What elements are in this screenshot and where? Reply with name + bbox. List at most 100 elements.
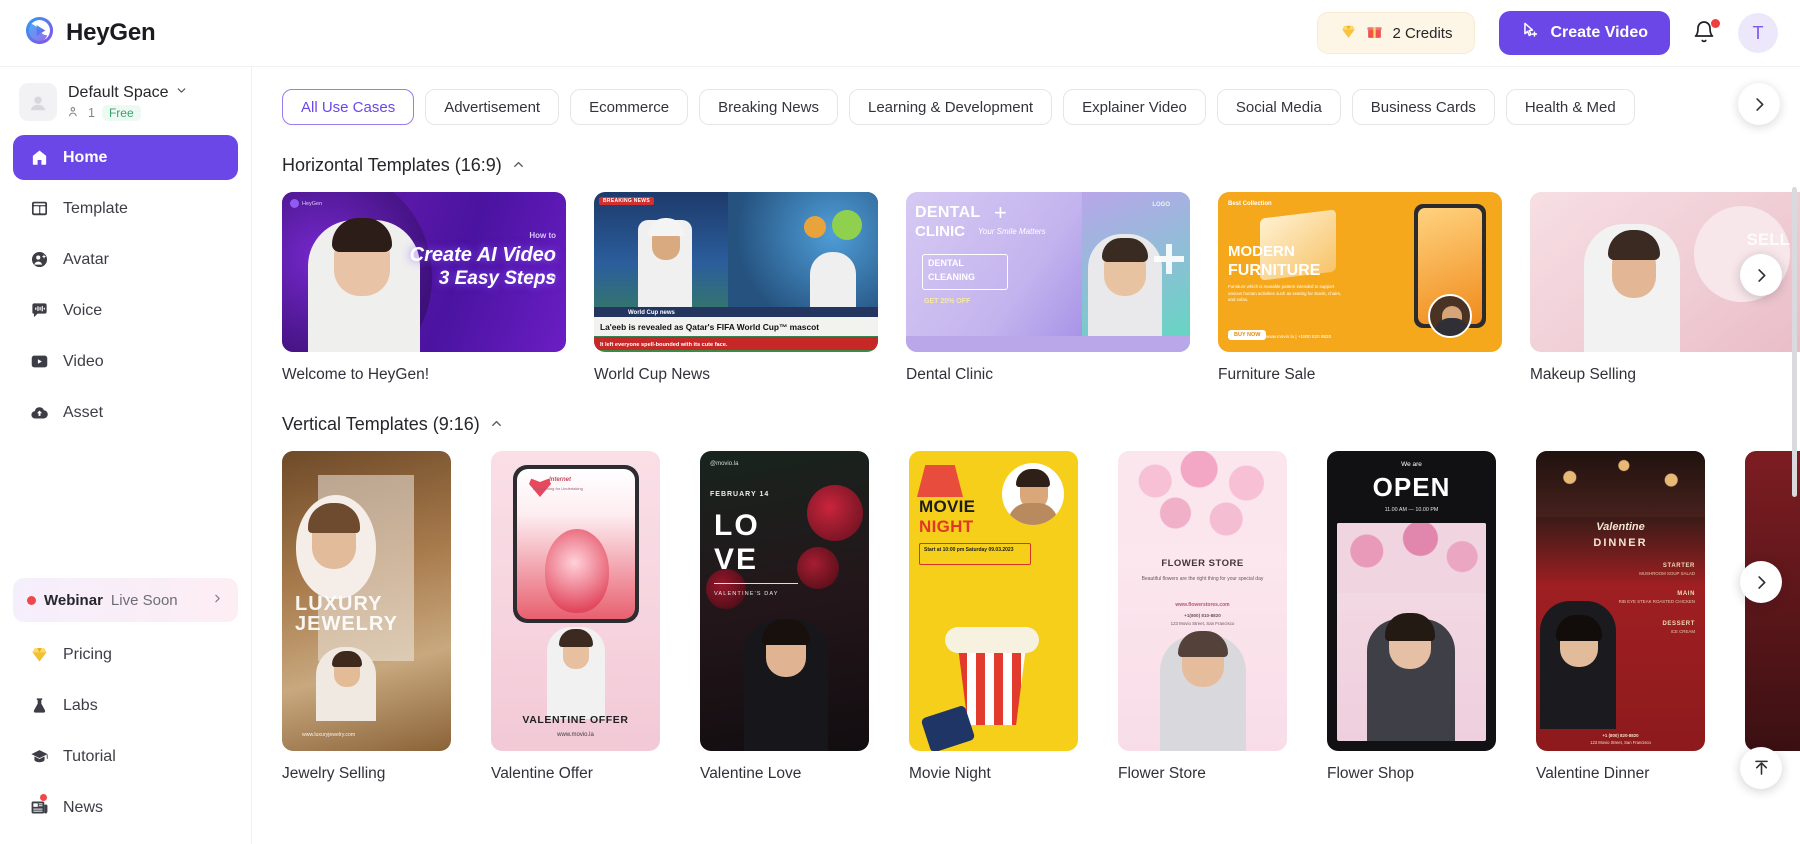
video-icon <box>29 352 49 372</box>
sidebar-item-pricing[interactable]: Pricing <box>13 632 238 677</box>
sidebar-item-label: Labs <box>63 696 98 714</box>
space-meta: 1 Free <box>68 104 188 121</box>
flask-icon <box>29 696 49 716</box>
template-card[interactable]: BREAKING NEWS World Cup news La'eeb is r… <box>594 192 878 384</box>
section-title: Horizontal Templates (16:9) <box>282 155 502 175</box>
webinar-banner[interactable]: Webinar Live Soon <box>13 578 238 622</box>
plan-badge: Free <box>101 104 141 121</box>
template-thumbnail: FLOWER STORE Beautiful flowers are the r… <box>1118 451 1287 751</box>
filter-chip-breaking-news[interactable]: Breaking News <box>699 89 838 125</box>
template-card[interactable]: FLOWER STORE Beautiful flowers are the r… <box>1118 451 1287 783</box>
sidebar-item-voice[interactable]: Voice <box>13 288 238 333</box>
template-card[interactable]: We are OPEN 11.00 AM — 10.00 PM Flower S… <box>1327 451 1496 783</box>
sidebar-item-avatar[interactable]: Avatar <box>13 237 238 282</box>
thumb-title-2: FURNITURE <box>1228 262 1321 279</box>
create-video-button[interactable]: Create Video <box>1499 11 1670 55</box>
horizontal-rail-wrap: HeyGen How to Create AI Video in 3 Easy … <box>252 184 1800 384</box>
template-card[interactable]: MOVIE NIGHT Start at 10:00 pm Saturday 0… <box>909 451 1078 783</box>
filters-next-button[interactable] <box>1738 83 1780 125</box>
section-header-vertical[interactable]: Vertical Templates (9:16) <box>252 384 1800 443</box>
template-thumbnail: DENTAL + CLINIC Your Smile Matters LOGO … <box>906 192 1190 352</box>
sidebar-item-home[interactable]: Home <box>13 135 238 180</box>
chevron-up-icon <box>489 416 504 434</box>
template-card-label: Welcome to HeyGen! <box>282 366 430 383</box>
sidebar-item-label: Template <box>63 199 128 217</box>
brand-name: HeyGen <box>66 19 156 46</box>
sidebar-item-video[interactable]: Video <box>13 339 238 384</box>
thumb-eyebrow: Best Collection <box>1228 201 1272 207</box>
filter-chip-learning-development[interactable]: Learning & Development <box>849 89 1053 125</box>
sidebar-item-news[interactable]: News <box>13 785 238 830</box>
template-card[interactable]: @movio.la FEBRUARY 14 LO VE VALENTINE'S … <box>700 451 869 783</box>
section-header-horizontal[interactable]: Horizontal Templates (16:9) <box>252 125 1800 184</box>
template-card[interactable] <box>1745 451 1800 783</box>
thumb-title: SELL <box>1746 230 1790 249</box>
filter-chip-health-med[interactable]: Health & Med <box>1505 89 1635 125</box>
sidebar-item-label: Asset <box>63 403 104 421</box>
thumb-title-1: LO <box>714 509 760 542</box>
live-dot-icon <box>27 595 36 605</box>
vertical-rail-next-button[interactable] <box>1740 561 1782 603</box>
chevron-up-icon <box>511 157 526 175</box>
template-card[interactable]: Internet A Beginning for Undertaking VAL… <box>491 451 660 783</box>
thumb-course-3: DESSERT <box>1662 621 1695 627</box>
filter-chip-social-media[interactable]: Social Media <box>1216 89 1341 125</box>
scroll-to-top-button[interactable] <box>1740 747 1782 789</box>
template-card-label: Jewelry Selling <box>282 765 386 782</box>
diamond-icon <box>1340 23 1357 44</box>
brand-logo[interactable]: HeyGen <box>24 15 156 51</box>
thumb-course-1-detail: MUSHROOM SOUP SALAD <box>1639 571 1695 576</box>
template-card-label: Dental Clinic <box>906 366 994 383</box>
notifications-button[interactable] <box>1692 19 1720 46</box>
filter-chip-advertisement[interactable]: Advertisement <box>425 89 560 125</box>
thumb-address: 123 Movio Street, San Francisco <box>1590 740 1651 746</box>
sidebar-item-template[interactable]: Template <box>13 186 238 231</box>
filter-chip-explainer-video[interactable]: Explainer Video <box>1063 89 1206 125</box>
body-row: Default Space 1 Free Home Template Avata… <box>0 67 1800 844</box>
asset-cloud-icon <box>29 403 49 423</box>
template-card-label: World Cup News <box>594 366 711 383</box>
thumb-box-1: DENTAL <box>928 258 964 268</box>
filter-chip-all-use-cases[interactable]: All Use Cases <box>282 89 415 125</box>
thumb-url: www.flowerstores.com <box>1175 602 1230 608</box>
main-content: All Use Cases Advertisement Ecommerce Br… <box>252 67 1800 844</box>
avatar-icon <box>29 250 49 270</box>
horizontal-template-rail[interactable]: HeyGen How to Create AI Video in 3 Easy … <box>252 184 1800 384</box>
filters-bar: All Use Cases Advertisement Ecommerce Br… <box>252 67 1800 125</box>
notification-badge-dot <box>1711 19 1720 28</box>
template-card[interactable]: Best Collection MODERN FURNITURE Furnitu… <box>1218 192 1502 384</box>
thumb-badge: BREAKING NEWS <box>599 197 654 205</box>
sidebar-item-tutorial[interactable]: Tutorial <box>13 734 238 779</box>
template-card[interactable]: DENTAL + CLINIC Your Smile Matters LOGO … <box>906 192 1190 384</box>
thumb-headline2: 3 Easy Steps <box>438 268 556 289</box>
thumb-tagline: Your Smile Matters <box>978 227 1046 236</box>
vertical-template-rail[interactable]: LUXURY JEWELRY www.luxuryjewelry.com Jew… <box>252 443 1800 783</box>
credits-pill[interactable]: 2 Credits <box>1317 12 1476 54</box>
thumb-title-1: MOVIE <box>919 497 976 516</box>
thumb-eyebrow: We are <box>1401 461 1422 468</box>
filter-chip-ecommerce[interactable]: Ecommerce <box>570 89 689 125</box>
heygen-app: HeyGen 2 Credits Create Video T Default … <box>0 0 1800 844</box>
thumb-cta: BUY NOW <box>1228 330 1267 340</box>
thumb-detail: Start at 10:00 pm Saturday 09.03.2023 <box>924 547 1014 553</box>
create-video-label: Create Video <box>1550 24 1648 41</box>
template-card[interactable]: LUXURY JEWELRY www.luxuryjewelry.com Jew… <box>282 451 451 783</box>
sidebar-item-asset[interactable]: Asset <box>13 390 238 435</box>
thumb-headline: La'eeb is revealed as Qatar's FIFA World… <box>600 321 820 332</box>
space-switcher[interactable]: Default Space 1 Free <box>13 67 238 135</box>
user-avatar[interactable]: T <box>1738 13 1778 53</box>
webinar-title: Webinar <box>44 591 103 609</box>
filter-chip-business-cards[interactable]: Business Cards <box>1351 89 1495 125</box>
template-card[interactable]: Valentine DINNER STARTER MUSHROOM SOUP S… <box>1536 451 1705 783</box>
template-thumbnail: We are OPEN 11.00 AM — 10.00 PM <box>1327 451 1496 751</box>
page-scrollbar[interactable] <box>1792 187 1797 497</box>
horizontal-rail-next-button[interactable] <box>1740 254 1782 296</box>
template-thumbnail: LUXURY JEWELRY www.luxuryjewelry.com <box>282 451 451 751</box>
template-card-label: Flower Shop <box>1327 765 1415 782</box>
filter-chip-list[interactable]: All Use Cases Advertisement Ecommerce Br… <box>252 89 1800 125</box>
template-card-label: Furniture Sale <box>1218 366 1316 383</box>
template-card[interactable]: HeyGen How to Create AI Video in 3 Easy … <box>282 192 566 384</box>
sidebar-item-labs[interactable]: Labs <box>13 683 238 728</box>
template-card-label: Valentine Dinner <box>1536 765 1650 782</box>
home-icon <box>29 148 49 168</box>
